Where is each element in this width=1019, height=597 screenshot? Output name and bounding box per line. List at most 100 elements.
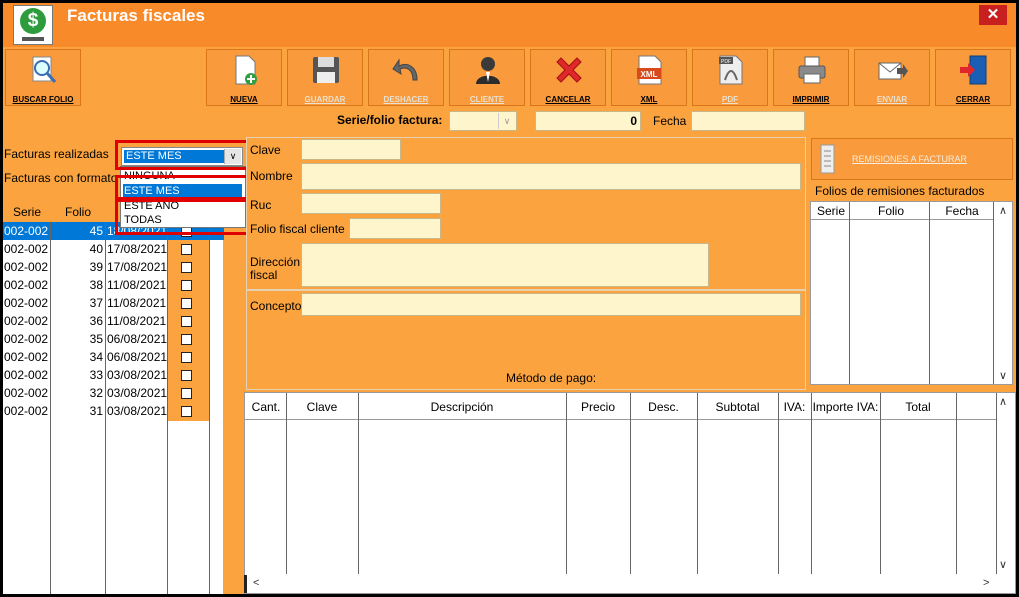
buscar-folio-button[interactable]: BUSCAR FOLIO xyxy=(5,49,81,106)
remisiones-grid xyxy=(810,201,1013,385)
annotation-box-list xyxy=(115,199,249,235)
row-serie[interactable]: 002-002 xyxy=(4,276,48,294)
row-checkbox[interactable] xyxy=(181,298,192,309)
nueva-label: NUEVA xyxy=(230,95,258,104)
grid-line xyxy=(566,393,567,574)
scroll-left-icon[interactable]: < xyxy=(253,577,259,589)
row-folio[interactable]: 35 xyxy=(51,330,103,348)
row-folio[interactable]: 34 xyxy=(51,348,103,366)
nombre-label: Nombre xyxy=(250,169,293,183)
concepto-field[interactable] xyxy=(301,293,801,316)
detail-col-header: Precio xyxy=(580,400,615,414)
row-fecha[interactable]: 11/08/2021 xyxy=(107,276,167,294)
row-checkbox[interactable] xyxy=(181,370,192,381)
row-serie[interactable]: 002-002 xyxy=(4,384,48,402)
row-fecha[interactable]: 11/08/2021 xyxy=(107,312,167,330)
row-serie[interactable]: 002-002 xyxy=(4,312,48,330)
row-folio[interactable]: 31 xyxy=(51,402,103,420)
buscar-folio-label: BUSCAR FOLIO xyxy=(12,95,74,104)
clave-field[interactable] xyxy=(301,139,401,160)
client-person-icon xyxy=(476,57,500,84)
scroll-down-icon[interactable]: ∨ xyxy=(999,369,1007,382)
row-checkbox[interactable] xyxy=(181,352,192,363)
facturas-con-formato-label: Facturas con formato xyxy=(4,171,118,185)
enviar-button[interactable]: ENVIAR xyxy=(854,49,930,106)
close-window-button[interactable]: ✕ xyxy=(979,5,1007,25)
row-fecha[interactable]: 03/08/2021 xyxy=(107,402,167,420)
row-checkbox[interactable] xyxy=(181,316,192,327)
direccion-field[interactable] xyxy=(301,243,709,287)
serie-select[interactable]: ∨ xyxy=(449,111,517,131)
direccion-label: Dirección xyxy=(250,255,301,269)
nueva-button[interactable]: NUEVA xyxy=(206,49,282,106)
row-checkbox[interactable] xyxy=(181,280,192,291)
deshacer-label: DESHACER xyxy=(383,95,429,104)
remisiones-a-facturar-button[interactable]: REMISIONES A FACTURAR xyxy=(811,138,1013,180)
scroll-down-icon[interactable]: ∨ xyxy=(999,558,1007,571)
row-serie[interactable]: 002-002 xyxy=(4,330,48,348)
xml-button[interactable]: XML XML xyxy=(611,49,687,106)
cliente-button[interactable]: CLIENTE xyxy=(449,49,525,106)
magnifier-icon xyxy=(32,56,57,83)
row-fecha[interactable]: 06/08/2021 xyxy=(107,330,167,348)
ruc-field[interactable] xyxy=(301,193,441,214)
row-fecha[interactable]: 03/08/2021 xyxy=(107,366,167,384)
row-serie[interactable]: 002-002 xyxy=(4,348,48,366)
cancelar-button[interactable]: CANCELAR xyxy=(530,49,606,106)
exit-door-icon xyxy=(960,55,987,85)
deshacer-button[interactable]: DESHACER xyxy=(368,49,444,106)
row-folio[interactable]: 36 xyxy=(51,312,103,330)
row-folio[interactable]: 32 xyxy=(51,384,103,402)
scroll-up-icon[interactable]: ∧ xyxy=(999,204,1007,217)
remisiones-col-serie: Serie xyxy=(816,204,845,218)
folio-field[interactable]: 0 xyxy=(535,111,641,131)
row-folio[interactable]: 40 xyxy=(51,240,103,258)
row-folio[interactable]: 37 xyxy=(51,294,103,312)
row-checkbox[interactable] xyxy=(181,406,192,417)
nombre-field[interactable] xyxy=(301,163,801,190)
row-serie[interactable]: 002-002 xyxy=(4,366,48,384)
grid-line xyxy=(956,393,957,574)
send-envelope-icon xyxy=(878,62,908,80)
row-fecha[interactable]: 06/08/2021 xyxy=(107,348,167,366)
scroll-up-icon[interactable]: ∧ xyxy=(999,395,1007,408)
row-checkbox[interactable] xyxy=(181,244,192,255)
chevron-down-icon: ∨ xyxy=(498,113,515,129)
row-fecha[interactable]: 03/08/2021 xyxy=(107,384,167,402)
remisiones-col-fecha: Fecha xyxy=(945,204,979,218)
row-fecha[interactable]: 11/08/2021 xyxy=(107,294,167,312)
guardar-button[interactable]: GUARDAR xyxy=(287,49,363,106)
metodo-pago-label: Método de pago: xyxy=(506,371,597,385)
fecha-field[interactable] xyxy=(691,111,805,131)
row-checkbox[interactable] xyxy=(181,388,192,399)
clave-label: Clave xyxy=(250,143,281,157)
row-serie[interactable]: 002-002 xyxy=(4,258,48,276)
concepto-label: Concepto xyxy=(250,299,302,313)
scroll-right-icon[interactable]: > xyxy=(983,577,989,589)
detail-col-header: Clave xyxy=(306,400,338,414)
row-serie[interactable]: 002-002 xyxy=(4,402,48,420)
row-folio[interactable]: 33 xyxy=(51,366,103,384)
row-folio[interactable]: 45 xyxy=(51,222,103,240)
document-stack-icon xyxy=(820,144,835,174)
row-fecha[interactable]: 17/08/2021 xyxy=(107,240,167,258)
pdf-button[interactable]: PDF PDF xyxy=(692,49,768,106)
row-checkbox[interactable] xyxy=(181,334,192,345)
folio-fiscal-field[interactable] xyxy=(349,218,441,239)
grid-line xyxy=(811,219,994,220)
row-serie[interactable]: 002-002 xyxy=(4,222,48,240)
row-serie[interactable]: 002-002 xyxy=(4,240,48,258)
row-fecha[interactable]: 17/08/2021 xyxy=(107,258,167,276)
grid-line xyxy=(778,393,779,574)
annotation-box-combo xyxy=(115,140,249,170)
row-checkbox[interactable] xyxy=(181,262,192,273)
grid-line xyxy=(630,393,631,574)
imprimir-button[interactable]: IMPRIMIR xyxy=(773,49,849,106)
grid-line xyxy=(849,202,850,384)
row-folio[interactable]: 39 xyxy=(51,258,103,276)
row-folio[interactable]: 38 xyxy=(51,276,103,294)
row-serie[interactable]: 002-002 xyxy=(4,294,48,312)
pdf-file-icon: PDF xyxy=(719,55,743,85)
cerrar-button[interactable]: CERRAR xyxy=(935,49,1011,106)
grid-line xyxy=(929,202,930,384)
